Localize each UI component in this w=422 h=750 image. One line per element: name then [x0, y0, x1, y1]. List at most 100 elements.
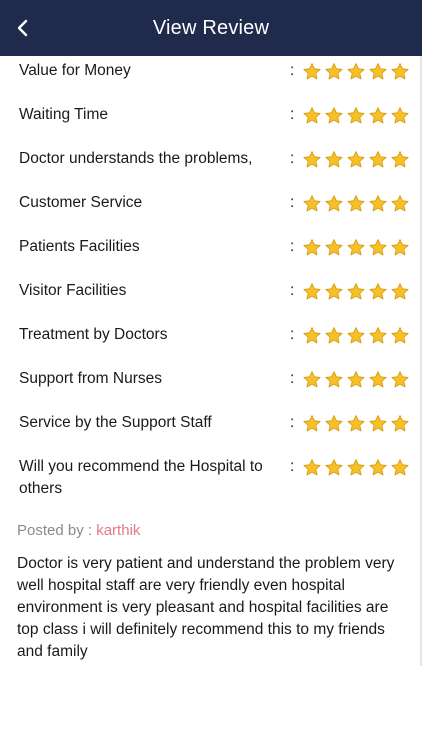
- rating-label: Doctor understands the problems,: [19, 150, 253, 167]
- star-icon: [325, 151, 343, 168]
- star-icon: [303, 151, 321, 168]
- star-icon: [369, 459, 387, 476]
- star-icon: [325, 371, 343, 388]
- star-icon: [303, 327, 321, 344]
- star-icon: [347, 415, 365, 432]
- rating-label: Will you recommend the Hospital to other…: [19, 458, 263, 497]
- star-icon: [369, 327, 387, 344]
- star-icon: [325, 63, 343, 80]
- star-icon: [325, 283, 343, 300]
- posted-by-label: Posted by :: [17, 522, 97, 539]
- star-icon: [369, 371, 387, 388]
- star-icon: [303, 107, 321, 124]
- rating-row: Will you recommend the Hospital to other…: [0, 447, 420, 510]
- review-text: Doctor is very patient and understand th…: [17, 555, 395, 660]
- star-icon: [391, 371, 409, 388]
- rating-row: Value for Money:: [0, 56, 420, 95]
- rating-row: Patients Facilities:: [0, 227, 420, 271]
- star-icon: [369, 151, 387, 168]
- star-icon: [391, 415, 409, 432]
- star-rating: [302, 60, 410, 82]
- star-icon: [325, 459, 343, 476]
- star-icon: [347, 151, 365, 168]
- rating-label: Customer Service: [19, 194, 143, 211]
- star-icon: [391, 195, 409, 212]
- rating-colon: :: [290, 414, 295, 431]
- star-rating: [302, 324, 410, 346]
- rating-list: Value for Money: Waiting Time: Doctor unde…: [0, 56, 420, 510]
- star-rating: [302, 192, 410, 214]
- app-header: View Review: [0, 0, 422, 56]
- star-icon: [325, 107, 343, 124]
- star-icon: [303, 371, 321, 388]
- rating-colon: :: [290, 194, 295, 211]
- star-icon: [391, 239, 409, 256]
- star-icon: [303, 459, 321, 476]
- star-icon: [391, 151, 409, 168]
- star-icon: [391, 283, 409, 300]
- star-icon: [325, 327, 343, 344]
- star-icon: [369, 107, 387, 124]
- star-icon: [325, 195, 343, 212]
- star-icon: [369, 239, 387, 256]
- rating-label: Service by the Support Staff: [19, 414, 212, 431]
- star-icon: [391, 63, 409, 80]
- star-icon: [391, 107, 409, 124]
- author-name: karthik: [96, 522, 141, 539]
- rating-label: Waiting Time: [19, 106, 109, 123]
- star-icon: [303, 63, 321, 80]
- star-icon: [369, 283, 387, 300]
- star-rating: [302, 280, 410, 302]
- rating-colon: :: [290, 370, 295, 387]
- rating-row: Customer Service:: [0, 183, 420, 227]
- star-rating: [302, 368, 410, 390]
- star-icon: [347, 63, 365, 80]
- back-button[interactable]: [8, 14, 36, 42]
- star-icon: [325, 415, 343, 432]
- star-icon: [347, 327, 365, 344]
- star-icon: [303, 239, 321, 256]
- star-icon: [303, 195, 321, 212]
- star-icon: [347, 239, 365, 256]
- page-title: View Review: [152, 16, 270, 39]
- chevron-left-icon: [17, 19, 28, 37]
- star-icon: [347, 371, 365, 388]
- rating-row: Support from Nurses:: [0, 359, 420, 403]
- star-icon: [347, 107, 365, 124]
- star-rating: [302, 148, 410, 170]
- rating-colon: :: [290, 62, 295, 79]
- star-icon: [347, 195, 365, 212]
- rating-row: Service by the Support Staff:: [0, 403, 420, 447]
- rating-colon: :: [290, 458, 295, 475]
- star-icon: [369, 195, 387, 212]
- star-icon: [391, 327, 409, 344]
- rating-label: Value for Money: [19, 62, 131, 79]
- star-icon: [303, 415, 321, 432]
- rating-colon: :: [290, 326, 295, 343]
- star-icon: [347, 459, 365, 476]
- star-icon: [369, 415, 387, 432]
- rating-label: Patients Facilities: [19, 238, 140, 255]
- rating-row: Waiting Time:: [0, 95, 420, 139]
- star-rating: [302, 104, 410, 126]
- rating-row: Doctor understands the problems,:: [0, 139, 420, 183]
- rating-row: Visitor Facilities:: [0, 271, 420, 315]
- star-icon: [347, 283, 365, 300]
- star-icon: [303, 283, 321, 300]
- star-rating: [302, 456, 410, 478]
- rating-label: Visitor Facilities: [19, 282, 127, 299]
- rating-colon: :: [290, 150, 295, 167]
- rating-colon: :: [290, 106, 295, 123]
- star-icon: [391, 459, 409, 476]
- rating-label: Treatment by Doctors: [19, 326, 168, 343]
- rating-label: Support from Nurses: [19, 370, 162, 387]
- posted-by: Posted by : karthik: [17, 522, 140, 539]
- star-icon: [369, 63, 387, 80]
- rating-colon: :: [290, 282, 295, 299]
- rating-colon: :: [290, 238, 295, 255]
- star-rating: [302, 412, 410, 434]
- star-rating: [302, 236, 410, 258]
- star-icon: [325, 239, 343, 256]
- rating-row: Treatment by Doctors:: [0, 315, 420, 359]
- review-content: Value for Money: Waiting Time: Doctor unde…: [0, 56, 422, 750]
